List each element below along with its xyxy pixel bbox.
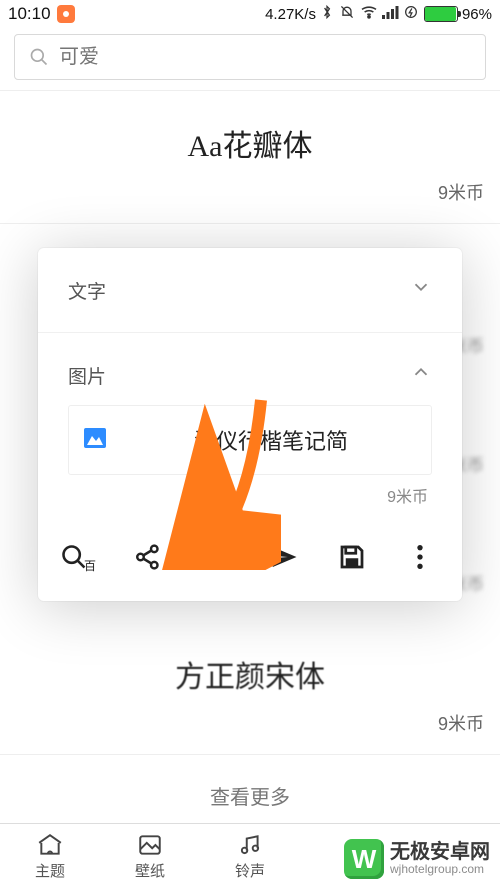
status-bar: 10:10 4.27K/s 96% xyxy=(0,0,500,28)
chevron-down-icon xyxy=(410,276,432,304)
font-item[interactable]: Aa花瓣体 9米币 xyxy=(0,91,500,223)
search-box[interactable] xyxy=(14,34,486,80)
font-price: 9米币 xyxy=(0,696,500,744)
nav-wallpaper[interactable]: 壁纸 xyxy=(100,824,200,889)
image-result-price: 9米币 xyxy=(68,475,432,507)
action-bar: 百 xyxy=(38,519,462,601)
bluetooth-icon xyxy=(320,4,334,24)
font-title: Aa花瓣体 xyxy=(0,121,500,165)
action-search-button[interactable]: 百 xyxy=(60,537,100,577)
nav-label: 壁纸 xyxy=(135,860,165,881)
sheet-image-row[interactable]: 图片 xyxy=(38,333,462,399)
battery-icon xyxy=(424,6,458,22)
font-title: 方正颜宋体 xyxy=(0,652,500,696)
sheet-text-label: 文字 xyxy=(68,277,106,304)
divider xyxy=(0,223,500,224)
sheet-text-row[interactable]: 文字 xyxy=(38,248,462,332)
battery-pct: 96% xyxy=(462,6,492,23)
search-sub-label: 百 xyxy=(84,557,96,574)
image-panel: 汉仪行楷笔记简 9米币 xyxy=(38,405,462,519)
nav-ringtone[interactable]: 铃声 xyxy=(200,824,300,889)
chevron-up-icon xyxy=(410,361,432,389)
search-bar xyxy=(0,28,500,90)
watermark-logo: W xyxy=(344,839,384,879)
charging-icon xyxy=(404,4,418,24)
image-result-title: 汉仪行楷笔记简 xyxy=(125,424,417,456)
watermark-title: 无极安卓网 xyxy=(390,841,490,863)
image-result-card[interactable]: 汉仪行楷笔记简 xyxy=(68,405,432,475)
watermark-url: wjhotelgroup.com xyxy=(390,863,490,876)
search-input[interactable] xyxy=(59,46,471,69)
action-copy-button[interactable] xyxy=(196,537,236,577)
status-time: 10:10 xyxy=(8,4,51,24)
action-save-button[interactable] xyxy=(332,537,372,577)
action-send-button[interactable] xyxy=(264,537,304,577)
wallpaper-icon xyxy=(137,832,163,858)
theme-icon xyxy=(37,832,63,858)
font-price: 9米币 xyxy=(0,165,500,213)
bg-app-icon xyxy=(57,5,75,23)
nav-theme[interactable]: 主题 xyxy=(0,824,100,889)
net-speed: 4.27K/s xyxy=(265,6,316,23)
wifi-icon xyxy=(360,5,378,23)
nav-label: 铃声 xyxy=(235,860,265,881)
ringtone-icon xyxy=(237,832,263,858)
dnd-icon xyxy=(338,4,356,24)
action-share-button[interactable] xyxy=(128,537,168,577)
action-more-button[interactable] xyxy=(400,537,440,577)
load-more-label: 查看更多 xyxy=(210,787,290,809)
sheet-image-label: 图片 xyxy=(68,362,106,389)
watermark: W 无极安卓网 wjhotelgroup.com xyxy=(340,837,494,881)
picture-icon xyxy=(83,427,107,454)
action-sheet: 文字 图片 汉仪行楷笔记简 9米币 百 xyxy=(38,248,462,601)
font-item[interactable]: 方正颜宋体 9米币 xyxy=(0,638,500,754)
search-icon xyxy=(29,47,49,67)
nav-label: 主题 xyxy=(35,860,65,881)
signal-icon xyxy=(382,5,400,23)
